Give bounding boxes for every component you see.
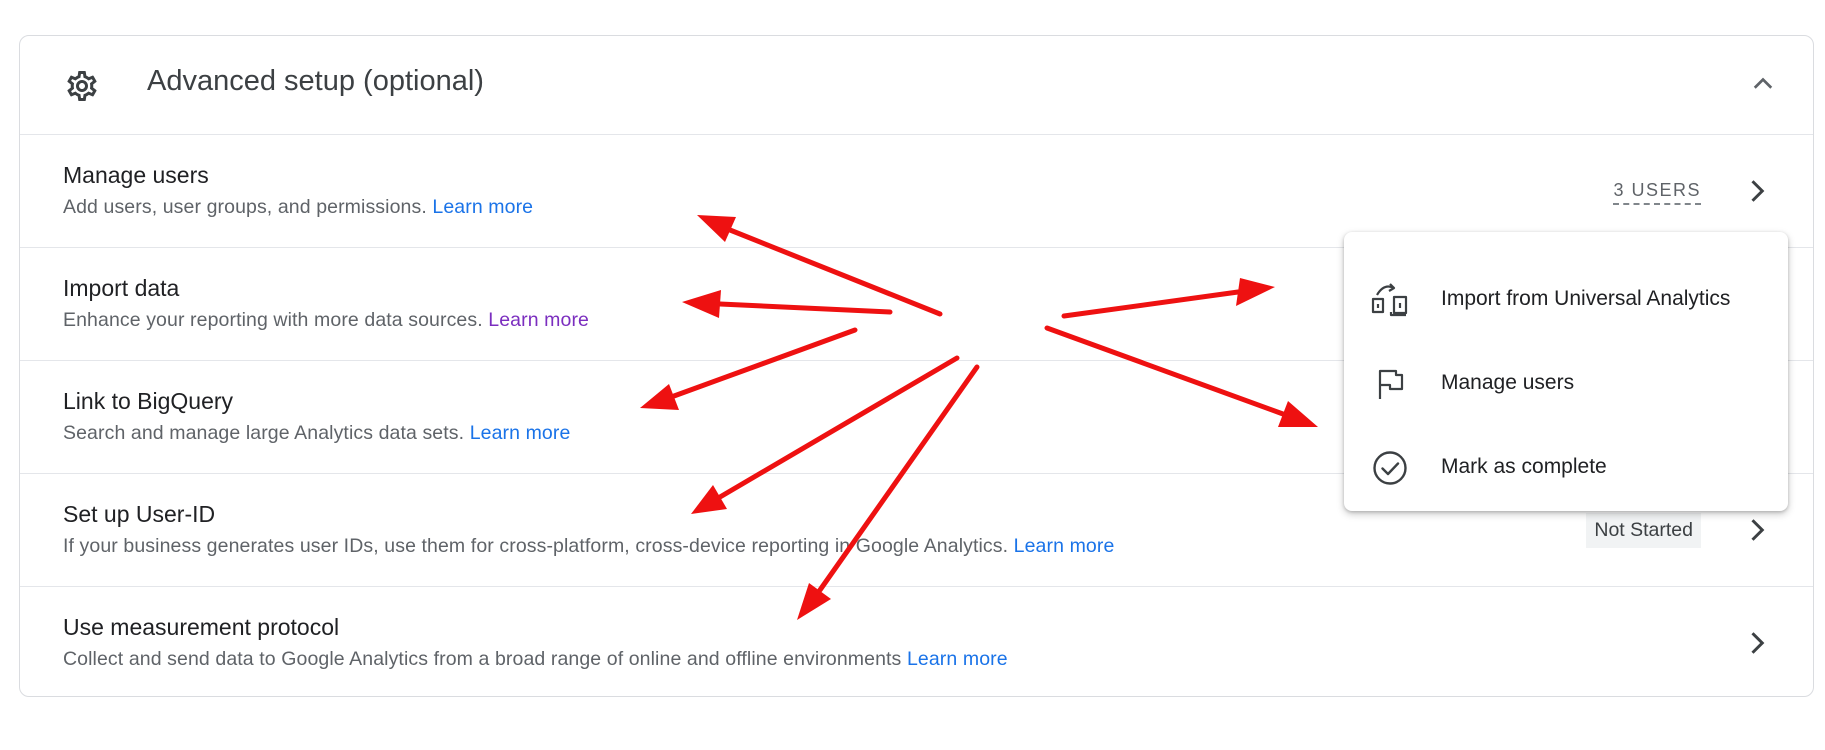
learn-more-link[interactable]: Learn more xyxy=(907,648,1008,670)
check-circle-icon xyxy=(1370,448,1410,488)
chevron-right-icon[interactable] xyxy=(1739,625,1775,661)
row-title: Link to BigQuery xyxy=(63,388,234,414)
menu-item-manage-users[interactable]: Manage users xyxy=(1344,353,1788,413)
users-count-badge[interactable]: 3 USERS xyxy=(1613,180,1701,205)
row-description: Search and manage large Analytics data s… xyxy=(63,422,571,444)
learn-more-link[interactable]: Learn more xyxy=(1014,535,1115,557)
menu-item-label: Mark as complete xyxy=(1441,455,1607,478)
menu-item-label: Manage users xyxy=(1441,371,1575,394)
learn-more-link[interactable]: Learn more xyxy=(432,196,533,218)
context-menu: Import from Universal Analytics Manage u… xyxy=(1344,232,1788,511)
status-badge: Not Started xyxy=(1586,513,1701,548)
row-description: Collect and send data to Google Analytic… xyxy=(63,648,1008,670)
learn-more-link[interactable]: Learn more xyxy=(488,309,589,331)
row-description: Enhance your reporting with more data so… xyxy=(63,309,589,331)
menu-item-mark-complete[interactable]: Mark as complete xyxy=(1344,437,1788,497)
learn-more-link[interactable]: Learn more xyxy=(470,422,571,444)
gear-icon xyxy=(64,68,100,104)
row-description: Add users, user groups, and permissions.… xyxy=(63,196,534,218)
card-header[interactable]: Advanced setup (optional) xyxy=(20,36,1813,135)
row-title: Manage users xyxy=(63,162,209,188)
row-title: Import data xyxy=(63,275,180,301)
row-title: Use measurement protocol xyxy=(63,614,340,640)
row-description: If your business generates user IDs, use… xyxy=(63,535,1115,557)
flag-icon xyxy=(1370,364,1410,404)
card-title: Advanced setup (optional) xyxy=(147,65,484,97)
import-icon xyxy=(1370,280,1410,320)
chevron-right-icon[interactable] xyxy=(1739,173,1775,209)
row-title: Set up User-ID xyxy=(63,501,216,527)
menu-item-label: Import from Universal Analytics xyxy=(1441,287,1731,310)
row-measurement-protocol[interactable]: Use measurement protocol Collect and sen… xyxy=(20,587,1813,696)
menu-item-import[interactable]: Import from Universal Analytics xyxy=(1344,269,1788,329)
chevron-up-icon[interactable] xyxy=(1745,66,1781,102)
chevron-right-icon[interactable] xyxy=(1739,512,1775,548)
